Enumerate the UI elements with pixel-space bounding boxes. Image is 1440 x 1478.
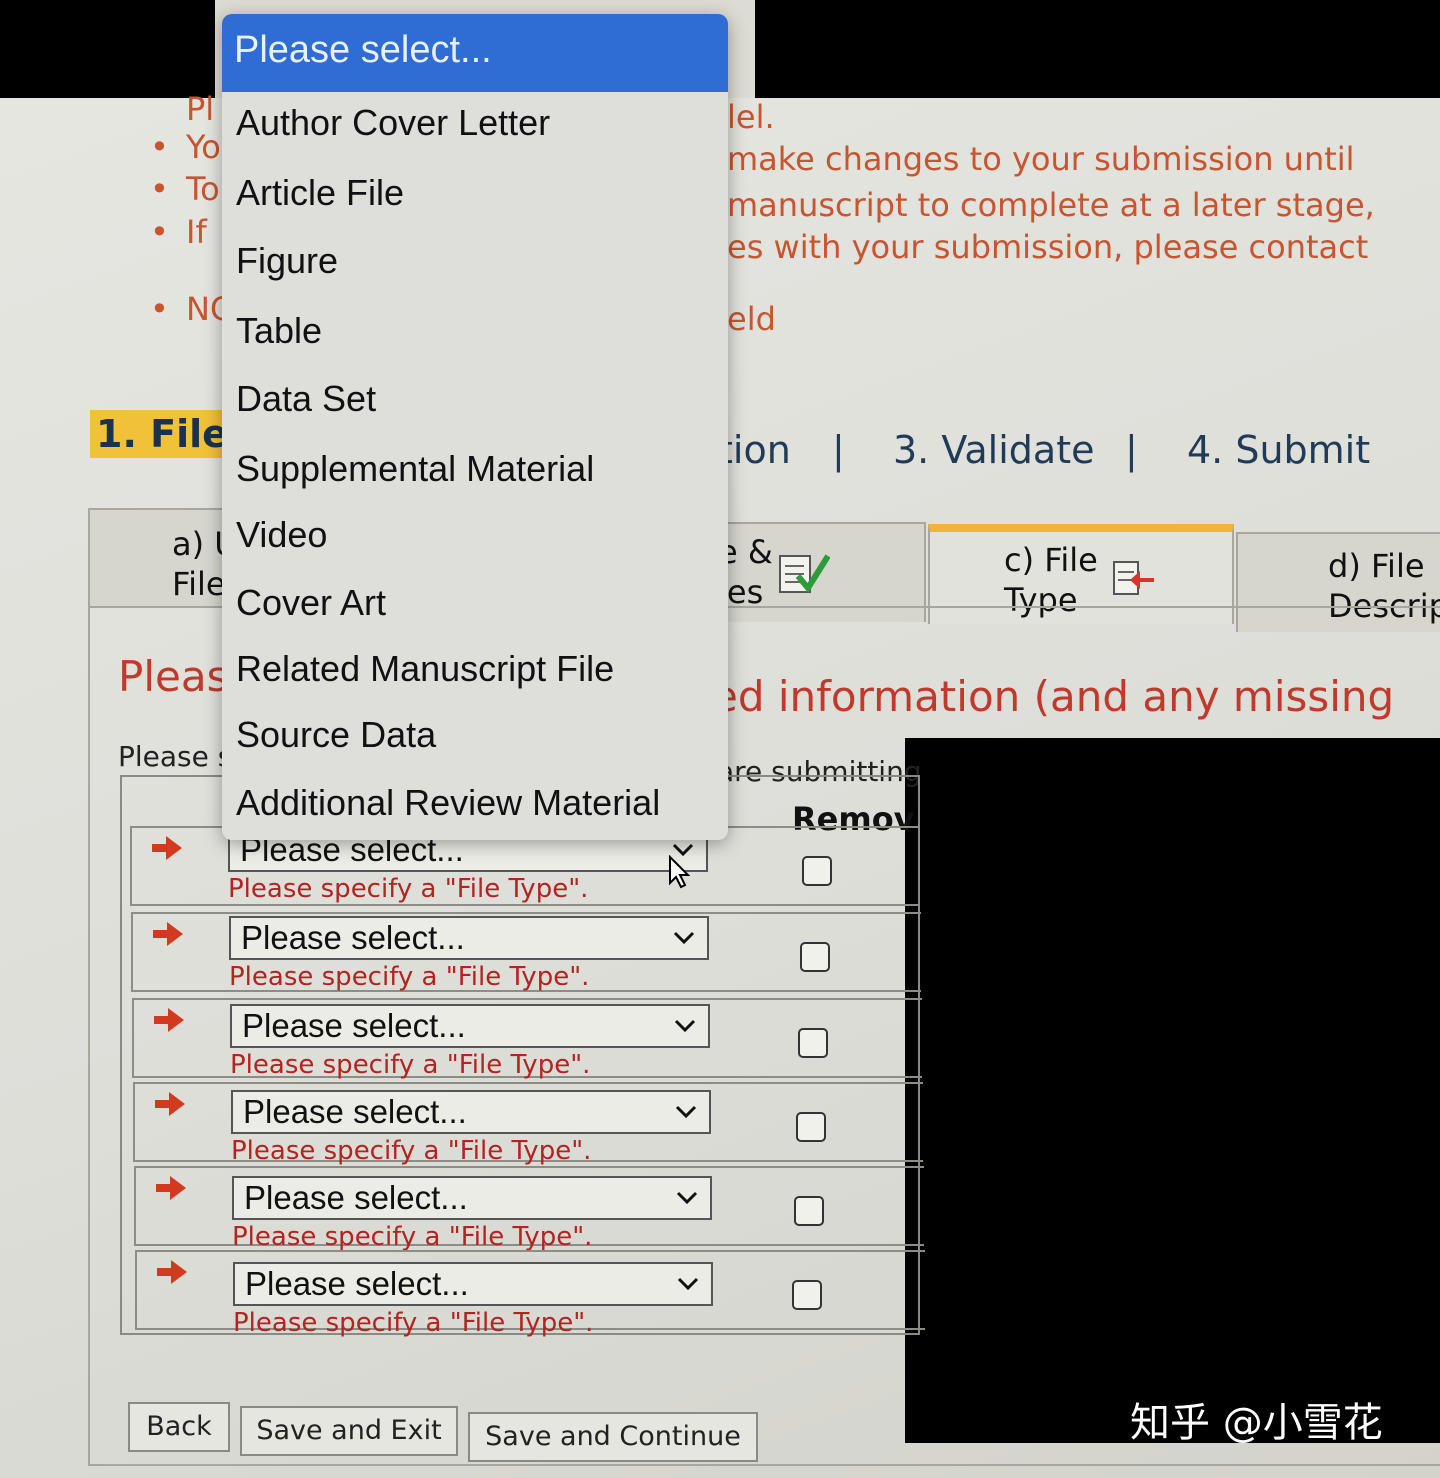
file-type-dropdown[interactable]: Please select... Author Cover Letter Arti… xyxy=(222,14,728,840)
bullet-text: es with your submission, please contact xyxy=(727,228,1369,266)
chevron-down-icon xyxy=(676,1191,698,1205)
remove-checkbox[interactable] xyxy=(798,1028,828,1058)
back-button[interactable]: Back xyxy=(128,1402,230,1452)
step-validate[interactable]: 3. Validate xyxy=(893,428,1094,472)
arrow-right-icon xyxy=(154,1008,184,1032)
file-row: Please select... Please specify a "File T… xyxy=(132,998,922,1080)
file-type-warning: Please specify a "File Type". xyxy=(228,874,589,904)
dropdown-option[interactable]: Data Set xyxy=(236,378,376,420)
panel-heading: Pleas xyxy=(118,652,229,701)
remove-checkbox[interactable] xyxy=(792,1280,822,1310)
bullet-text: eld xyxy=(727,300,776,338)
select-value: Please select... xyxy=(243,1093,467,1130)
remove-checkbox[interactable] xyxy=(800,942,830,972)
file-type-select[interactable]: Please select... xyxy=(233,1262,713,1306)
panel-heading-continued: ed information (and any missing xyxy=(712,672,1395,721)
file-type-select[interactable]: Please select... xyxy=(230,1004,710,1048)
save-and-continue-button[interactable]: Save and Continue xyxy=(468,1412,758,1462)
file-type-select[interactable]: Please select... xyxy=(232,1176,712,1220)
checklist-check-icon xyxy=(779,554,830,594)
file-arrow-icon xyxy=(1113,561,1154,595)
dropdown-option[interactable]: Additional Review Material xyxy=(236,782,660,824)
arrow-right-icon xyxy=(152,836,182,860)
remove-checkbox[interactable] xyxy=(794,1196,824,1226)
dropdown-option[interactable]: Article File xyxy=(236,172,404,214)
step-2[interactable]: tion xyxy=(718,428,791,472)
arrow-right-icon xyxy=(157,1260,187,1284)
select-value: Please select... xyxy=(245,1265,469,1302)
bullet-item: • If xyxy=(150,213,207,251)
bullet-item: • Yo xyxy=(150,128,221,166)
chevron-down-icon xyxy=(673,931,695,945)
remove-checkbox[interactable] xyxy=(802,856,832,886)
mouse-cursor-icon xyxy=(669,855,690,889)
redaction-top-left xyxy=(0,0,215,98)
select-value: Please select... xyxy=(242,1007,466,1044)
file-row: Please select... Please specify a "File T… xyxy=(131,912,921,992)
dropdown-option[interactable]: Source Data xyxy=(236,714,436,756)
redaction-top-right xyxy=(755,0,1440,98)
step-separator: | xyxy=(1125,428,1138,472)
file-type-warning: Please specify a "File Type". xyxy=(233,1308,594,1338)
dropdown-option[interactable]: Video xyxy=(236,514,327,556)
select-value: Please select... xyxy=(244,1179,468,1216)
dropdown-option[interactable]: Cover Art xyxy=(236,582,386,624)
chevron-down-icon xyxy=(677,1277,699,1291)
file-type-select[interactable]: Please select... xyxy=(229,916,709,960)
bullet-text: lel. xyxy=(727,98,775,136)
dropdown-option[interactable]: Figure xyxy=(236,240,338,282)
file-type-warning: Please specify a "File Type". xyxy=(229,962,590,992)
arrow-right-icon xyxy=(156,1176,186,1200)
chevron-down-icon xyxy=(675,1105,697,1119)
dropdown-option[interactable]: Table xyxy=(236,310,322,352)
bullet-text: manuscript to complete at a later stage, xyxy=(727,186,1375,224)
watermark: 知乎 @小雪花 xyxy=(1130,1400,1383,1446)
file-row: Please select... Please specify a "File T… xyxy=(134,1166,924,1252)
dropdown-option[interactable]: Supplemental Material xyxy=(236,448,594,490)
bullet-text: make changes to your submission until xyxy=(727,140,1355,178)
remove-checkbox[interactable] xyxy=(796,1112,826,1142)
dropdown-option-selected[interactable]: Please select... xyxy=(222,14,728,92)
arrow-right-icon xyxy=(155,1092,185,1116)
file-row: Please select... Please specify a "File T… xyxy=(133,1082,923,1166)
save-and-exit-button[interactable]: Save and Exit xyxy=(240,1406,458,1456)
select-value: Please select... xyxy=(241,919,465,956)
arrow-right-icon xyxy=(153,922,183,946)
step-submit[interactable]: 4. Submit xyxy=(1187,428,1370,472)
file-type-select[interactable]: Please select... xyxy=(231,1090,711,1134)
dropdown-option[interactable]: Author Cover Letter xyxy=(236,102,550,144)
bullet-item: Pl xyxy=(186,90,215,128)
file-type-warning: Please specify a "File Type". xyxy=(231,1136,592,1166)
dropdown-option[interactable]: Related Manuscript File xyxy=(236,648,614,690)
file-row: Please select... Please specify a "File T… xyxy=(135,1250,925,1338)
step-separator: | xyxy=(832,428,845,472)
chevron-down-icon xyxy=(674,1019,696,1033)
bullet-item: • To xyxy=(150,170,220,208)
file-type-warning: Please specify a "File Type". xyxy=(230,1050,591,1080)
panel-instruction: Please s xyxy=(118,740,233,773)
bullet-item: • NC xyxy=(150,290,233,328)
file-type-warning: Please specify a "File Type". xyxy=(232,1222,593,1252)
